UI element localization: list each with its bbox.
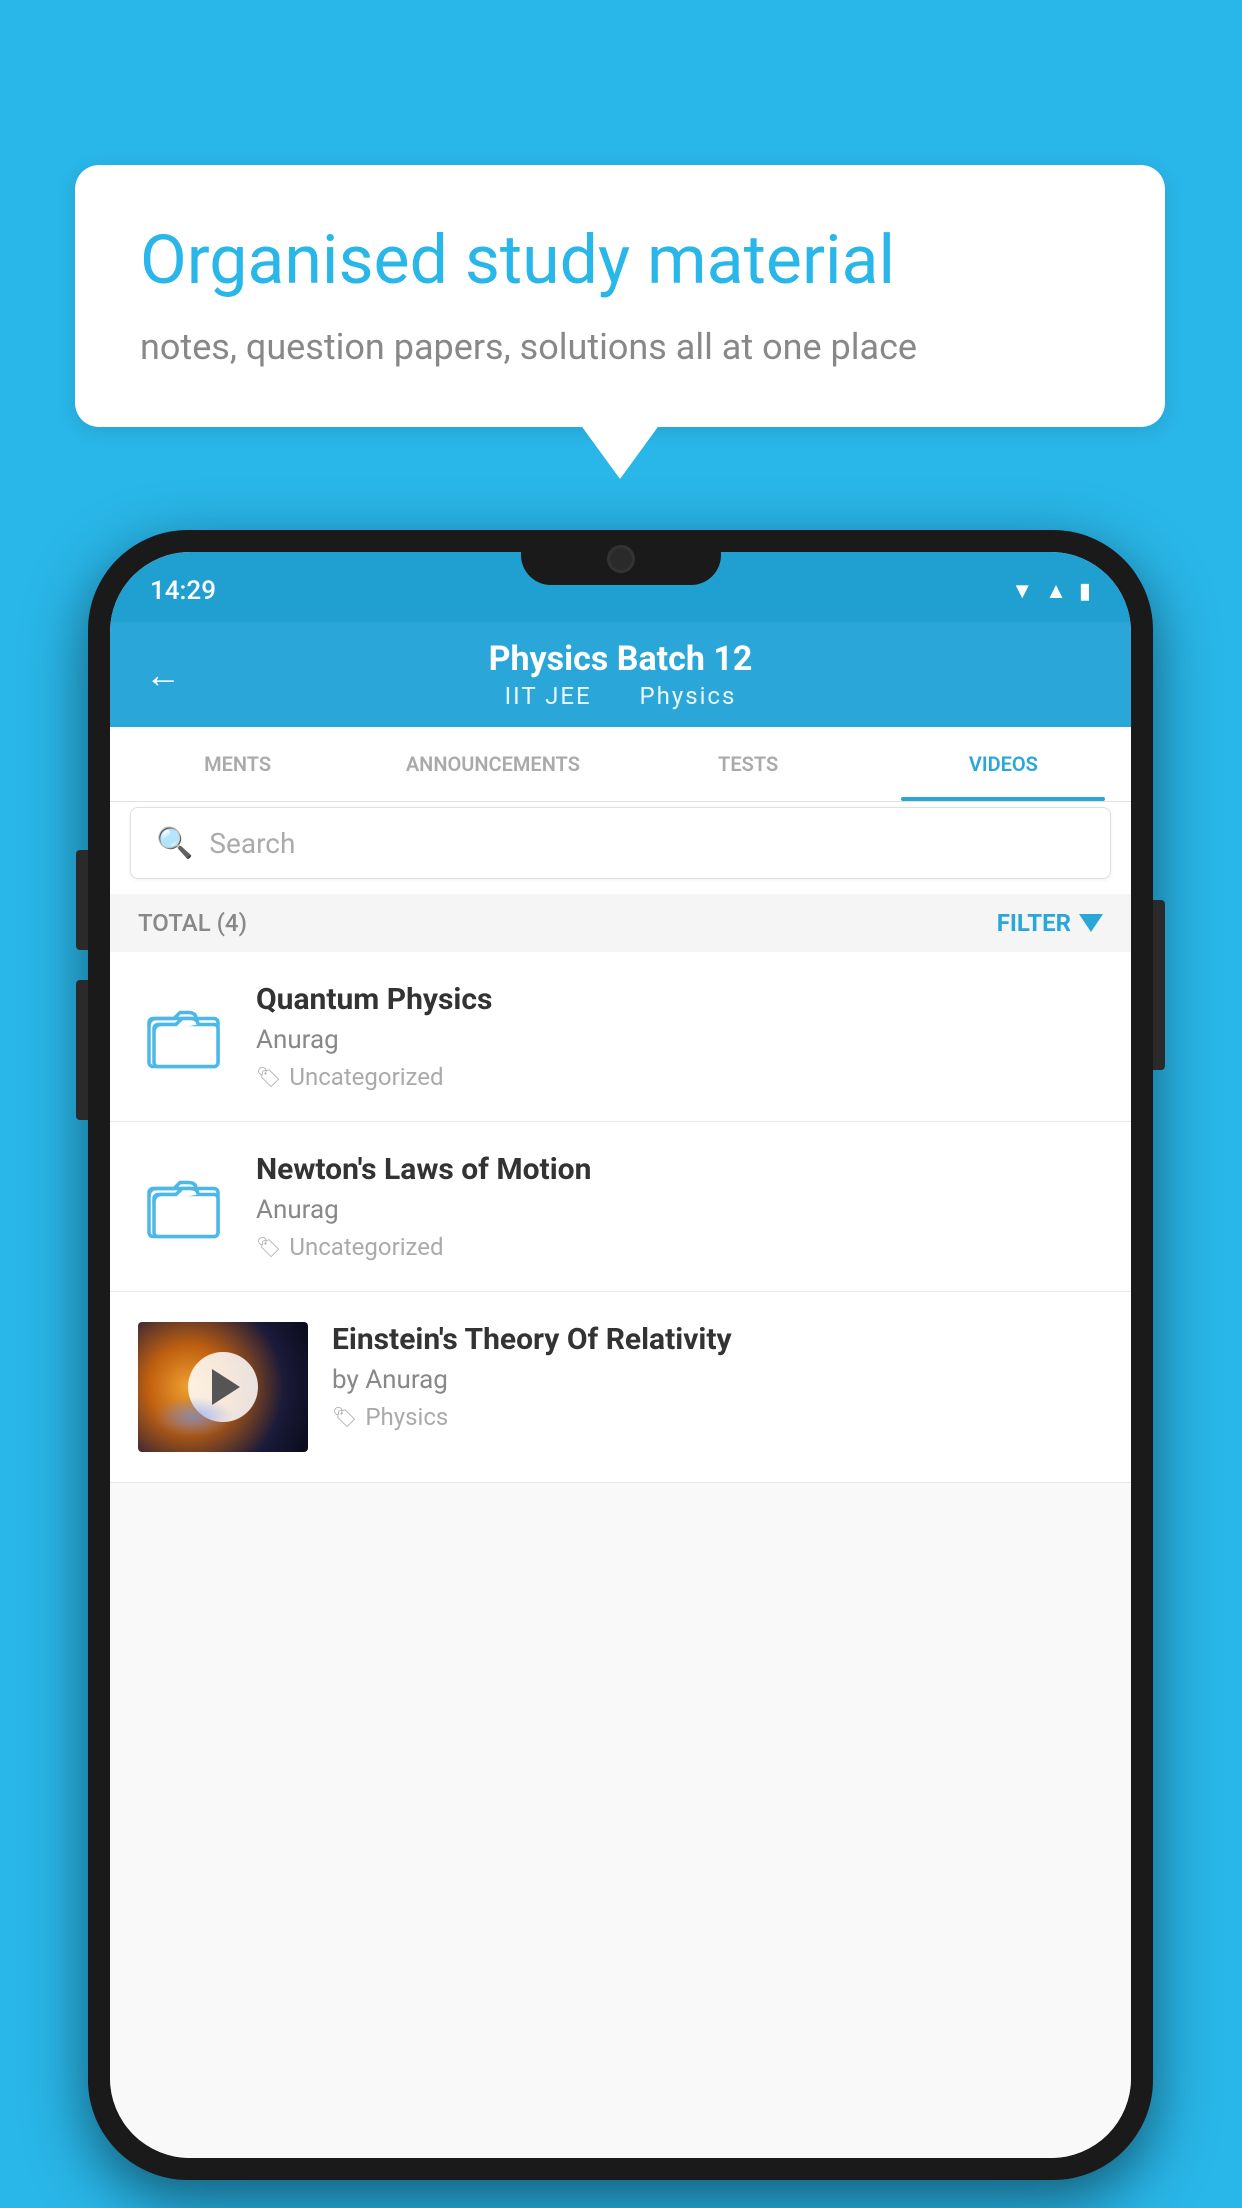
item-info-1: Quantum Physics Anurag 🏷 Uncategorized <box>256 982 1103 1091</box>
side-button-vol-down <box>76 980 88 1120</box>
list-item[interactable]: Quantum Physics Anurag 🏷 Uncategorized <box>110 952 1131 1122</box>
wifi-icon: ▼ <box>1011 578 1033 604</box>
batch-title: Physics Batch 12 <box>489 639 753 680</box>
filter-button[interactable]: FILTER <box>997 909 1103 937</box>
side-button-vol-up <box>76 850 88 950</box>
item-author-3: by Anurag <box>332 1365 1103 1395</box>
filter-label: FILTER <box>997 909 1071 937</box>
item-icon-folder-2 <box>138 1162 228 1252</box>
item-info-3: Einstein's Theory Of Relativity by Anura… <box>332 1322 1103 1431</box>
item-info-2: Newton's Laws of Motion Anurag 🏷 Uncateg… <box>256 1152 1103 1261</box>
signal-icon: ▲ <box>1045 578 1067 604</box>
status-time: 14:29 <box>150 576 216 606</box>
item-author-1: Anurag <box>256 1025 1103 1055</box>
search-icon: 🔍 <box>156 826 193 861</box>
battery-icon: ▮ <box>1079 579 1091 604</box>
list-item[interactable]: Einstein's Theory Of Relativity by Anura… <box>110 1292 1131 1483</box>
filter-bar: TOTAL (4) FILTER <box>110 894 1131 952</box>
video-thumbnail <box>138 1322 308 1452</box>
bubble-title: Organised study material <box>140 220 1100 302</box>
content-area: Quantum Physics Anurag 🏷 Uncategorized <box>110 952 1131 2158</box>
tag-icon-2: 🏷 <box>256 1235 281 1259</box>
search-bar[interactable]: 🔍 Search <box>130 807 1111 879</box>
tag-icon-3: 🏷 <box>332 1405 357 1429</box>
status-icons: ▼ ▲ ▮ <box>1011 578 1091 604</box>
speech-bubble: Organised study material notes, question… <box>75 165 1165 427</box>
phone-notch <box>521 530 721 585</box>
list-item[interactable]: Newton's Laws of Motion Anurag 🏷 Uncateg… <box>110 1122 1131 1292</box>
bubble-subtitle: notes, question papers, solutions all at… <box>140 322 1100 372</box>
filter-icon <box>1079 914 1103 932</box>
batch-category: IIT JEE <box>505 682 592 710</box>
item-title-3: Einstein's Theory Of Relativity <box>332 1322 1103 1357</box>
phone-device: 14:29 ▼ ▲ ▮ ← Physics Batch 12 IIT JEE P… <box>88 530 1153 2180</box>
batch-subject: Physics <box>639 682 736 710</box>
item-tag-1: 🏷 Uncategorized <box>256 1063 1103 1091</box>
tab-tests[interactable]: TESTS <box>621 727 876 801</box>
tag-icon-1: 🏷 <box>256 1065 281 1089</box>
folder-svg-1 <box>146 1002 221 1072</box>
batch-subtitle: IIT JEE Physics <box>497 682 745 710</box>
tab-ments[interactable]: MENTS <box>110 727 365 801</box>
item-title-2: Newton's Laws of Motion <box>256 1152 1103 1187</box>
camera <box>607 545 635 573</box>
item-tag-2: 🏷 Uncategorized <box>256 1233 1103 1261</box>
phone-screen: 14:29 ▼ ▲ ▮ ← Physics Batch 12 IIT JEE P… <box>110 552 1131 2158</box>
total-count: TOTAL (4) <box>138 909 247 937</box>
tab-videos[interactable]: VIDEOS <box>876 727 1131 801</box>
folder-svg-2 <box>146 1172 221 1242</box>
search-placeholder: Search <box>209 827 295 860</box>
side-button-power <box>1153 900 1165 1070</box>
tab-bar: MENTS ANNOUNCEMENTS TESTS VIDEOS <box>110 727 1131 802</box>
play-icon <box>212 1369 240 1405</box>
app-header: ← Physics Batch 12 IIT JEE Physics <box>110 622 1131 727</box>
back-button[interactable]: ← <box>145 654 181 696</box>
item-author-2: Anurag <box>256 1195 1103 1225</box>
item-title-1: Quantum Physics <box>256 982 1103 1017</box>
item-tag-3: 🏷 Physics <box>332 1403 1103 1431</box>
item-icon-folder <box>138 992 228 1082</box>
tab-announcements[interactable]: ANNOUNCEMENTS <box>365 727 620 801</box>
